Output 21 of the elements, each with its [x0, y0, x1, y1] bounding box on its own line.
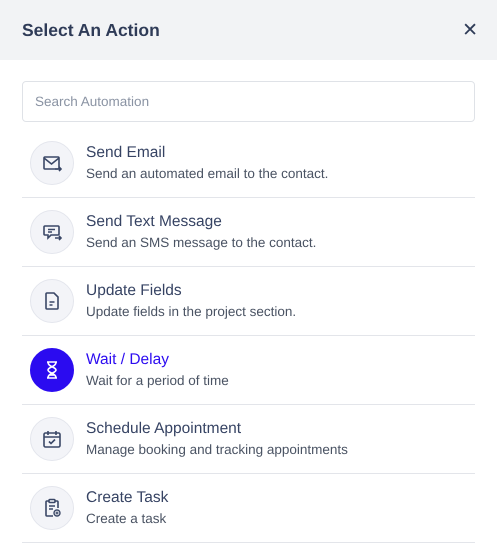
- action-description: Manage booking and tracking appointments: [86, 441, 348, 459]
- action-item[interactable]: Wait / Delay Wait for a period of time: [22, 336, 475, 405]
- action-title: Update Fields: [86, 281, 183, 300]
- action-item[interactable]: Schedule Appointment Manage booking and tracking appointments: [22, 405, 475, 474]
- action-item[interactable]: Update Fields Update fields in the project section.: [22, 267, 475, 336]
- action-item[interactable]: Send Email Send an automated email to the contact.: [22, 129, 475, 198]
- action-title: Schedule Appointment: [86, 419, 242, 438]
- action-description: Create a task: [86, 510, 168, 528]
- action-description: Wait for a period of time: [86, 372, 229, 390]
- action-title: Send Email: [86, 143, 166, 162]
- action-item[interactable]: Create Task Create a task: [22, 474, 475, 543]
- action-title: Send Text Message: [86, 212, 223, 231]
- action-description: Update fields in the project section.: [86, 303, 296, 321]
- close-button[interactable]: ✕: [460, 17, 480, 43]
- action-title: Create Task: [86, 488, 168, 507]
- search-field[interactable]: Search Automation: [22, 81, 475, 122]
- action-title: Wait / Delay: [86, 350, 170, 369]
- action-description: Send an automated email to the contact.: [86, 165, 328, 183]
- action-item[interactable]: Send Text Message Send an SMS message to the contact.: [22, 198, 475, 267]
- action-description: Send an SMS message to the contact.: [86, 234, 316, 252]
- dialog-title: Select An Action: [22, 20, 160, 40]
